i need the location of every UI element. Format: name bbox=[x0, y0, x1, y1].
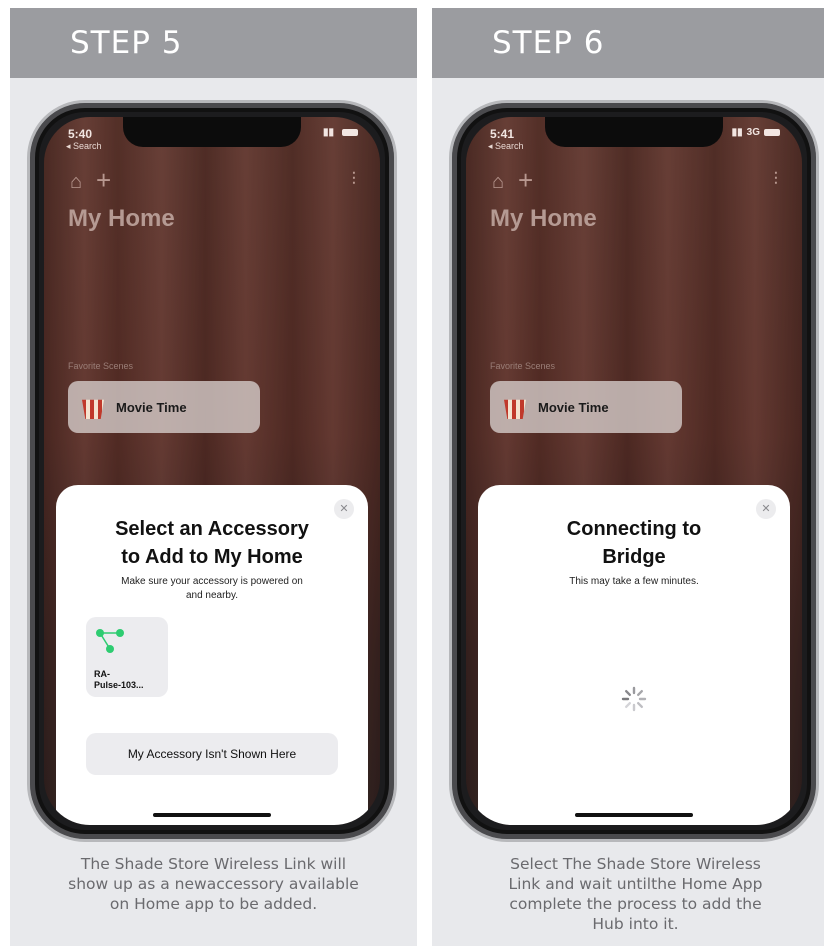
phone-frame-step-6: 5:41 ◂ Search ▮▮ 3G ⌂ + ⫶ My Home Favori… bbox=[449, 100, 819, 842]
home-indicator[interactable] bbox=[153, 813, 271, 817]
phone-notch bbox=[123, 117, 301, 147]
signal-icon: ▮▮ bbox=[322, 127, 334, 138]
sheet-subtitle: This may take a few minutes. bbox=[569, 576, 699, 587]
caption-line: show up as a newaccessory available bbox=[68, 875, 359, 893]
home-title: My Home bbox=[68, 205, 175, 232]
step-5-panel: STEP 5 5:40 ◂ Search ▮▮ ⌂ + ⫶ My Home Fa… bbox=[10, 8, 417, 946]
add-accessory-sheet: ✕ Select an Accessory to Add to My Home … bbox=[56, 485, 368, 825]
favorite-scenes-label: Favorite Scenes bbox=[68, 361, 134, 371]
popcorn-icon bbox=[82, 399, 104, 419]
signal-icon: ▮▮ bbox=[731, 127, 743, 138]
step-5-header: STEP 5 bbox=[10, 8, 417, 78]
accessory-not-shown-button[interactable]: My Accessory Isn't Shown Here bbox=[86, 733, 338, 775]
sheet-title-line-2: to Add to My Home bbox=[121, 546, 303, 568]
status-indicators: ▮▮ 3G bbox=[732, 127, 780, 138]
caption-line: on Home app to be added. bbox=[109, 895, 318, 913]
battery-icon bbox=[764, 129, 780, 136]
caption-line: complete the process to add the bbox=[509, 895, 762, 913]
plus-icon[interactable]: + bbox=[96, 165, 111, 196]
sheet-title: Select an Accessory to Add to My Home bbox=[56, 515, 368, 571]
caption-line: The Shade Store Wireless Link will bbox=[80, 855, 347, 873]
sheet-subtitle-line-1: Make sure your accessory is powered on bbox=[121, 576, 303, 587]
sheet-title: Connecting to Bridge bbox=[478, 515, 790, 571]
caption-line: Select The Shade Store Wireless bbox=[510, 855, 761, 873]
caption-line: Hub into it. bbox=[592, 915, 679, 933]
scene-card-movie-time[interactable]: Movie Time bbox=[490, 381, 682, 433]
status-indicators: ▮▮ bbox=[323, 127, 358, 138]
connecting-sheet: ✕ Connecting to Bridge This may take a f… bbox=[478, 485, 790, 825]
step-6-caption: Select The Shade Store Wireless Link and… bbox=[444, 854, 824, 934]
scene-name: Movie Time bbox=[116, 399, 187, 415]
accessory-label-line-1: RA- bbox=[94, 669, 110, 679]
sheet-subtitle-line-2: and nearby. bbox=[185, 590, 239, 601]
back-to-search-link[interactable]: ◂ Search bbox=[66, 141, 102, 152]
favorite-scenes-label: Favorite Scenes bbox=[490, 361, 556, 371]
battery-icon bbox=[342, 129, 358, 136]
sheet-title-line-1: Select an Accessory bbox=[115, 518, 309, 540]
plus-icon[interactable]: + bbox=[518, 165, 533, 196]
caption-line: Link and wait untilthe Home App bbox=[508, 875, 763, 893]
house-icon[interactable]: ⌂ bbox=[70, 171, 82, 194]
step-5-caption: The Shade Store Wireless Link will show … bbox=[22, 854, 405, 914]
waveform-icon[interactable]: ⫶ bbox=[352, 169, 357, 190]
spinner-icon bbox=[621, 686, 647, 712]
status-time: 5:41 bbox=[490, 127, 515, 141]
phone-screen: 5:41 ◂ Search ▮▮ 3G ⌂ + ⫶ My Home Favori… bbox=[466, 117, 802, 825]
accessory-label-line-2: Pulse-103... bbox=[94, 680, 144, 690]
sheet-subtitle: Make sure your accessory is powered on a… bbox=[96, 575, 328, 603]
bridge-icon bbox=[96, 629, 124, 653]
home-indicator[interactable] bbox=[575, 813, 693, 817]
home-title: My Home bbox=[490, 205, 597, 232]
scene-name: Movie Time bbox=[538, 399, 609, 415]
status-time: 5:40 bbox=[68, 127, 93, 141]
phone-frame-step-5: 5:40 ◂ Search ▮▮ ⌂ + ⫶ My Home Favorite … bbox=[27, 100, 397, 842]
network-label: 3G bbox=[746, 127, 760, 138]
step-6-header: STEP 6 bbox=[432, 8, 824, 78]
accessory-tile[interactable]: RA- Pulse-103... bbox=[86, 617, 168, 697]
popcorn-icon bbox=[504, 399, 526, 419]
waveform-icon[interactable]: ⫶ bbox=[774, 169, 779, 190]
sheet-title-line-2: Bridge bbox=[602, 546, 666, 568]
house-icon[interactable]: ⌂ bbox=[492, 171, 504, 194]
step-6-panel: STEP 6 5:41 ◂ Search ▮▮ 3G ⌂ + ⫶ My Home… bbox=[432, 8, 824, 946]
sheet-title-line-1: Connecting to bbox=[566, 518, 702, 540]
phone-screen: 5:40 ◂ Search ▮▮ ⌂ + ⫶ My Home Favorite … bbox=[44, 117, 380, 825]
back-to-search-link[interactable]: ◂ Search bbox=[488, 141, 524, 152]
phone-notch bbox=[545, 117, 723, 147]
accessory-label: RA- Pulse-103... bbox=[94, 669, 144, 691]
scene-card-movie-time[interactable]: Movie Time bbox=[68, 381, 260, 433]
